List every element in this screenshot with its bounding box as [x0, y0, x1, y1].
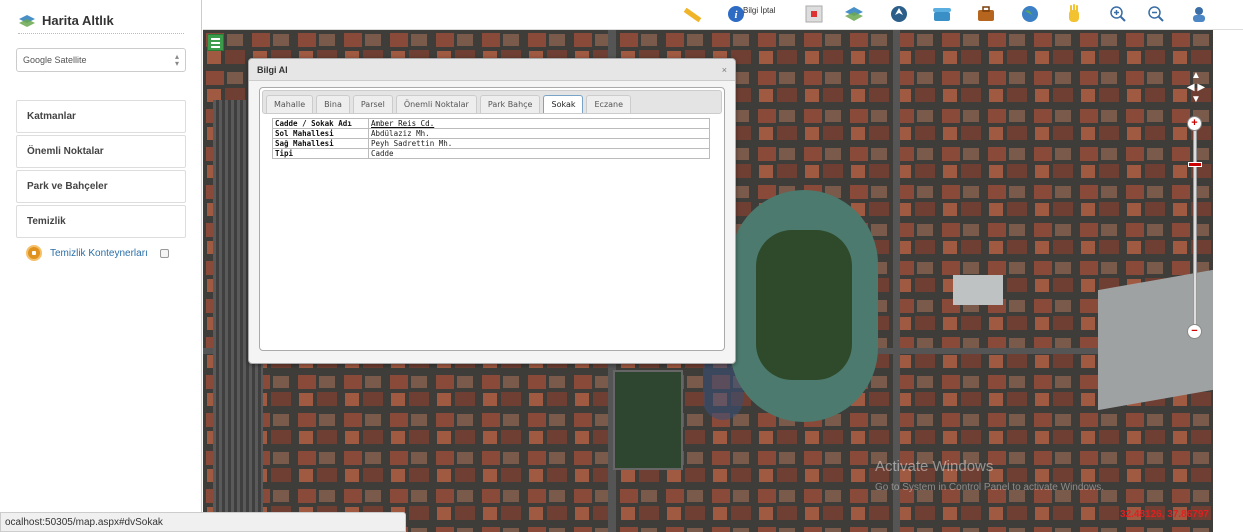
basemap-select-value: Google Satellite: [23, 55, 87, 65]
layer-item-label: Temizlik Konteynerları: [50, 247, 148, 259]
telephone-icon[interactable]: [931, 3, 953, 25]
globe-icon[interactable]: [1019, 3, 1041, 25]
stadium: [730, 190, 878, 422]
pan-hand-icon[interactable]: [1063, 3, 1085, 25]
tab-parsel[interactable]: Parsel: [352, 95, 393, 113]
zoom-slider-handle[interactable]: [1188, 162, 1202, 167]
close-icon[interactable]: ×: [722, 65, 727, 75]
coordinate-readout: 32.48126, 37.86797: [1120, 509, 1209, 520]
sidebar-item-park-ve-bahceler[interactable]: Park ve Bahçeler: [16, 170, 186, 203]
sidebar-item-label: Önemli Noktalar: [27, 146, 104, 157]
table-row: Sağ Mahallesi Peyh Sadrettin Mh.: [272, 138, 710, 149]
tab-sokak[interactable]: Sokak: [543, 95, 584, 113]
zoom-slider-plus-icon[interactable]: +: [1187, 116, 1202, 131]
tab-eczane[interactable]: Eczane: [586, 95, 632, 113]
app-window: Harita Altlık Google Satellite ▴ ▾ Katman…: [0, 0, 1243, 532]
map-menu-button[interactable]: [207, 34, 224, 51]
user-icon[interactable]: [1188, 3, 1210, 25]
dialog-header[interactable]: Bilgi Al ×: [249, 59, 735, 81]
ruler-icon[interactable]: [681, 3, 703, 25]
sidebar: Harita Altlık Google Satellite ▴ ▾ Katman…: [0, 0, 202, 532]
layer-item-temizlik-konteynerlari[interactable]: Temizlik Konteynerları: [16, 238, 186, 268]
stadium-field: [756, 230, 852, 380]
tab-bar: Mahalle Bina Parsel Önemli Noktalar Park…: [262, 90, 722, 114]
activation-watermark-text: Go to System in Control Panel to activat…: [875, 482, 1104, 493]
street-info-table: Cadde / Sokak Adı Amber Reis Cd. Sol Mah…: [272, 118, 710, 159]
dialog-title: Bilgi Al: [257, 64, 288, 75]
map-toolbar: i Bilgi İptal: [203, 0, 1243, 30]
tab-bina[interactable]: Bina: [316, 95, 350, 113]
sidebar-header: Harita Altlık: [18, 8, 184, 34]
sidebar-item-label: Katmanlar: [27, 111, 76, 122]
field-value: Peyh Sadrettin Mh.: [368, 138, 710, 149]
zoom-slider-minus-icon[interactable]: −: [1187, 324, 1202, 339]
navigation-icon[interactable]: [888, 3, 910, 25]
building-roof: [953, 275, 1003, 305]
grid-icon[interactable]: [803, 3, 825, 25]
layers-logo-icon: [19, 14, 35, 27]
tab-onemli-noktalar[interactable]: Önemli Noktalar: [395, 95, 477, 113]
table-row: Sol Mahallesi Abdülaziz Mh.: [272, 128, 710, 139]
info-cancel-label[interactable]: Bilgi İptal: [743, 6, 775, 15]
sidebar-item-onemli-noktalar[interactable]: Önemli Noktalar: [16, 135, 186, 168]
layer-checkbox[interactable]: [159, 248, 169, 258]
info-dialog: Bilgi Al × Mahalle Bina Parsel Önemli No…: [248, 58, 736, 364]
table-row: Tipi Cadde: [272, 148, 710, 159]
browser-status-url: ocalhost:50305/map.aspx#dvSokak: [0, 512, 406, 532]
zoom-out-icon[interactable]: [1145, 3, 1167, 25]
sidebar-title: Harita Altlık: [42, 13, 114, 28]
field-label: Sol Mahallesi: [272, 128, 369, 139]
activation-watermark-title: Activate Windows: [875, 458, 994, 475]
table-row: Cadde / Sokak Adı Amber Reis Cd.: [272, 118, 710, 129]
dialog-body: Mahalle Bina Parsel Önemli Noktalar Park…: [259, 87, 725, 351]
layers-icon[interactable]: [843, 3, 865, 25]
field-value: Abdülaziz Mh.: [368, 128, 710, 139]
field-value: Cadde: [368, 148, 710, 159]
field-value: Amber Reis Cd.: [368, 118, 710, 129]
pan-arrows-icon[interactable]: ▲ ◀ ▶ ▼: [1183, 70, 1209, 110]
tab-park-bahce[interactable]: Park Bahçe: [479, 95, 541, 113]
select-arrows-icon: ▴ ▾: [174, 52, 179, 68]
tab-mahalle[interactable]: Mahalle: [266, 95, 314, 113]
sidebar-item-label: Temizlik: [27, 216, 66, 227]
basemap-select[interactable]: Google Satellite ▴ ▾: [16, 48, 186, 72]
container-pin-icon: [26, 245, 42, 261]
field-label: Cadde / Sokak Adı: [272, 118, 369, 129]
field-label: Tipi: [272, 148, 369, 159]
sidebar-item-temizlik[interactable]: Temizlik: [16, 205, 186, 238]
sidebar-item-label: Park ve Bahçeler: [27, 181, 108, 192]
briefcase-icon[interactable]: [975, 3, 997, 25]
sports-field: [613, 370, 683, 470]
sidebar-item-katmanlar[interactable]: Katmanlar: [16, 100, 186, 133]
street-name-link[interactable]: Amber Reis Cd.: [371, 119, 434, 128]
zoom-in-icon[interactable]: [1107, 3, 1129, 25]
field-label: Sağ Mahallesi: [272, 138, 369, 149]
zoom-slider-track[interactable]: [1193, 122, 1197, 332]
